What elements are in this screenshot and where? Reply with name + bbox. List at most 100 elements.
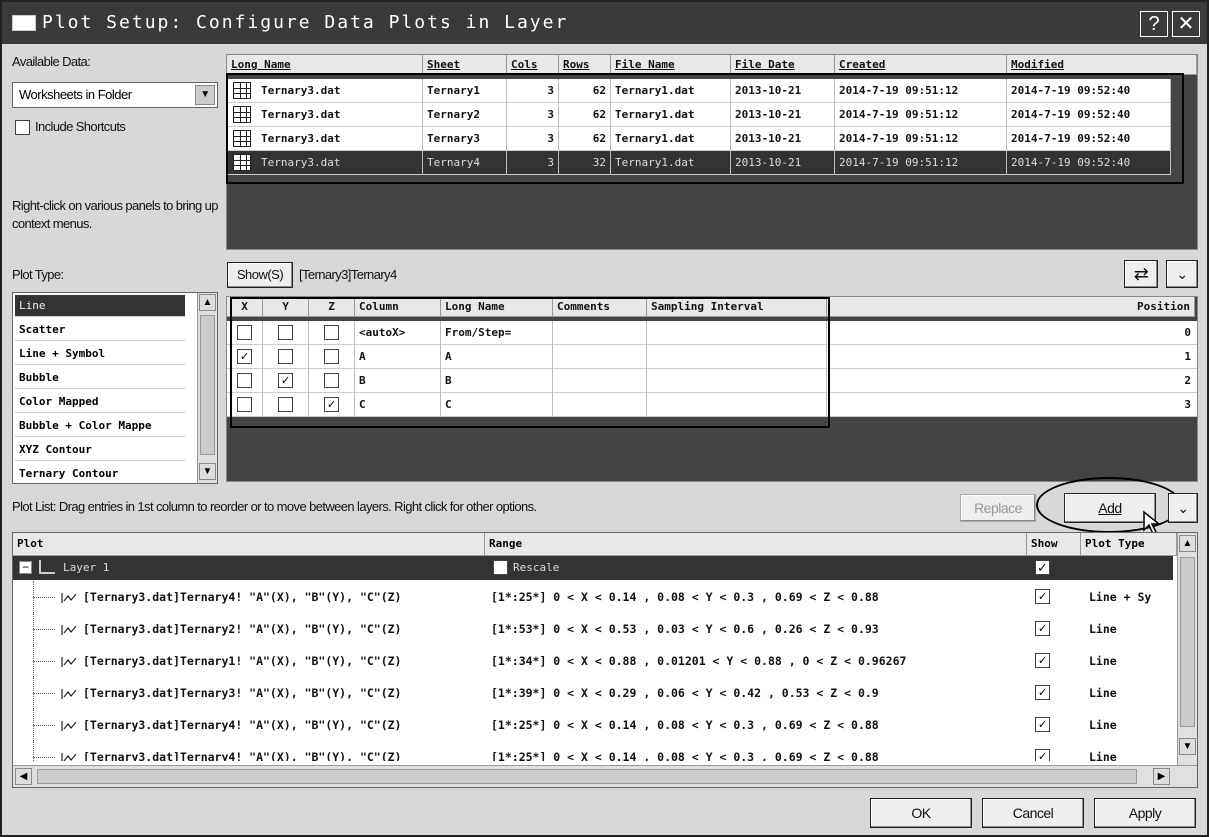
replace-button[interactable]: Replace xyxy=(960,494,1036,522)
x-checkbox[interactable] xyxy=(237,397,252,412)
plot-type-item[interactable]: Line xyxy=(15,295,185,317)
column-header[interactable]: Position xyxy=(827,297,1195,317)
scroll-left-icon[interactable]: ◀ xyxy=(15,768,32,785)
scroll-down-icon[interactable]: ▼ xyxy=(1179,738,1196,755)
table-row[interactable]: Ternary3.dat Ternary3 3 62 Ternary1.dat 2013-… xyxy=(227,127,1171,151)
y-checkbox[interactable]: ✓ xyxy=(278,373,293,388)
close-button[interactable]: ✕ xyxy=(1172,11,1200,37)
include-shortcuts-checkbox[interactable] xyxy=(15,120,30,135)
table-row[interactable]: Ternary3.dat Ternary1 3 62 Ternary1.dat 2013-… xyxy=(227,79,1171,103)
column-header[interactable]: Created xyxy=(835,55,1007,75)
x-checkbox[interactable] xyxy=(237,373,252,388)
plot-list-item[interactable]: [Ternary3.dat]Ternary4! "A"(X), "B"(Y), … xyxy=(13,709,1163,741)
scroll-up-icon[interactable]: ▲ xyxy=(1179,535,1196,552)
y-checkbox[interactable] xyxy=(278,349,293,364)
collapse-chevron-icon[interactable]: ⌄ xyxy=(1166,260,1198,288)
column-header[interactable]: Z xyxy=(309,297,355,317)
line-plot-icon xyxy=(61,721,77,731)
plot-setup-dialog: Plot Setup: Configure Data Plots in Laye… xyxy=(0,0,1209,837)
plot-type-item[interactable]: Color Mapped xyxy=(15,391,185,413)
plot-list-header[interactable]: Plot Type xyxy=(1081,533,1177,555)
show-checkbox[interactable]: ✓ xyxy=(1035,717,1050,732)
plot-list-item[interactable]: [Ternary3.dat]Ternary1! "A"(X), "B"(Y), … xyxy=(13,645,1163,677)
column-header[interactable]: Long Name xyxy=(441,297,553,317)
plot-type-item[interactable]: Line + Symbol xyxy=(15,343,185,365)
y-checkbox[interactable] xyxy=(278,397,293,412)
show-button[interactable]: Show(S) xyxy=(227,262,293,288)
y-checkbox[interactable] xyxy=(278,325,293,340)
available-data-panel: Long Name Sheet Cols Rows File Name File Date… xyxy=(226,54,1198,250)
column-header[interactable]: Sheet xyxy=(423,55,507,75)
plot-range: [1*:34*] 0 < X < 0.88 , 0.01201 < Y < 0.… xyxy=(491,654,907,668)
available-data-select[interactable]: Worksheets in Folder ▼ xyxy=(12,82,218,108)
scroll-down-icon[interactable]: ▼ xyxy=(199,463,216,480)
table-row[interactable]: Ternary3.dat Ternary2 3 62 Ternary1.dat 2013-… xyxy=(227,103,1171,127)
plot-list-header[interactable]: Plot xyxy=(13,533,485,555)
scroll-up-icon[interactable]: ▲ xyxy=(199,294,216,311)
show-checkbox[interactable]: ✓ xyxy=(1035,621,1050,636)
plot-list-header[interactable]: Show xyxy=(1027,533,1081,555)
column-header[interactable]: File Name xyxy=(611,55,731,75)
chevron-down-icon[interactable]: ▼ xyxy=(195,85,215,105)
x-checkbox[interactable]: ✓ xyxy=(237,349,252,364)
expand-chevron-icon[interactable]: ⌄ xyxy=(1168,493,1198,523)
plot-list-item[interactable]: [Ternary3.dat]Ternary2! "A"(X), "B"(Y), … xyxy=(13,613,1163,645)
plot-type-scrollbar[interactable]: ▲ ▼ xyxy=(197,293,217,483)
plot-type-item[interactable]: Ternary Contour xyxy=(15,463,185,483)
plot-list-vscrollbar[interactable]: ▲ ▼ xyxy=(1177,533,1197,765)
help-button[interactable]: ? xyxy=(1140,11,1168,37)
layer-row[interactable]: − Layer 1 Rescale ✓ xyxy=(13,556,1173,580)
show-checkbox[interactable]: ✓ xyxy=(1035,749,1050,761)
plot-list-header[interactable]: Range xyxy=(485,533,1027,555)
column-header[interactable]: Long Name xyxy=(227,55,423,75)
column-header[interactable]: Y xyxy=(263,297,309,317)
plot-type-item[interactable]: Bubble xyxy=(15,367,185,389)
position-cell: 1 xyxy=(1184,350,1191,363)
table-row[interactable]: ✓ A A 1 xyxy=(227,345,1197,369)
plot-list-item[interactable]: [Ternary3.dat]Ternary4! "A"(X), "B"(Y), … xyxy=(13,581,1163,613)
comments-cell xyxy=(553,393,647,417)
scroll-right-icon[interactable]: ▶ xyxy=(1153,768,1170,785)
z-checkbox[interactable]: ✓ xyxy=(324,397,339,412)
scroll-thumb[interactable] xyxy=(1180,557,1195,727)
rescale-checkbox[interactable] xyxy=(493,560,508,575)
z-checkbox[interactable] xyxy=(324,325,339,340)
plot-type-item[interactable]: XYZ Contour xyxy=(15,439,185,461)
plot-type: Line xyxy=(1089,718,1117,732)
table-cell: C xyxy=(355,393,441,417)
table-cell: Ternary3.dat xyxy=(257,127,423,151)
swap-icon[interactable]: ⇄ xyxy=(1124,260,1158,288)
cancel-button[interactable]: Cancel xyxy=(982,798,1084,828)
scroll-thumb[interactable] xyxy=(37,769,1137,784)
z-checkbox[interactable] xyxy=(324,349,339,364)
column-header[interactable]: Rows xyxy=(559,55,611,75)
table-row[interactable]: ✓ B B 2 xyxy=(227,369,1197,393)
column-header[interactable]: Sampling Interval xyxy=(647,297,827,317)
plot-list-hscrollbar[interactable]: ◀ ▶ xyxy=(13,765,1197,787)
table-row[interactable]: Ternary3.dat Ternary4 3 32 Ternary1.dat 2013-… xyxy=(227,151,1171,175)
column-header[interactable]: File Date xyxy=(731,55,835,75)
z-checkbox[interactable] xyxy=(324,373,339,388)
show-checkbox[interactable]: ✓ xyxy=(1035,685,1050,700)
ok-button[interactable]: OK xyxy=(870,798,972,828)
plot-list-item[interactable]: [Ternary3.dat]Ternary3! "A"(X), "B"(Y), … xyxy=(13,677,1163,709)
collapse-icon[interactable]: − xyxy=(19,561,32,574)
plot-list-item[interactable]: [Ternary3.dat]Ternary4! "A"(X), "B"(Y), … xyxy=(13,741,1163,761)
scroll-thumb[interactable] xyxy=(200,315,215,455)
apply-button[interactable]: Apply xyxy=(1094,798,1196,828)
table-row[interactable]: ✓ C C 3 xyxy=(227,393,1197,417)
plot-type-item[interactable]: Scatter xyxy=(15,319,185,341)
x-checkbox[interactable] xyxy=(237,325,252,340)
table-row[interactable]: <autoX> From/Step= 0 xyxy=(227,321,1197,345)
show-checkbox[interactable]: ✓ xyxy=(1035,589,1050,604)
column-header[interactable]: X xyxy=(227,297,263,317)
column-header[interactable]: Comments xyxy=(553,297,647,317)
column-header[interactable]: Column xyxy=(355,297,441,317)
table-cell: 2014-7-19 09:51:12 xyxy=(835,79,1007,103)
layer-show-checkbox[interactable]: ✓ xyxy=(1035,560,1050,575)
column-header[interactable]: Modified xyxy=(1007,55,1197,75)
checkbox-cell xyxy=(227,369,263,393)
column-header[interactable]: Cols xyxy=(507,55,559,75)
show-checkbox[interactable]: ✓ xyxy=(1035,653,1050,668)
plot-type-item[interactable]: Bubble + Color Mappe xyxy=(15,415,185,437)
